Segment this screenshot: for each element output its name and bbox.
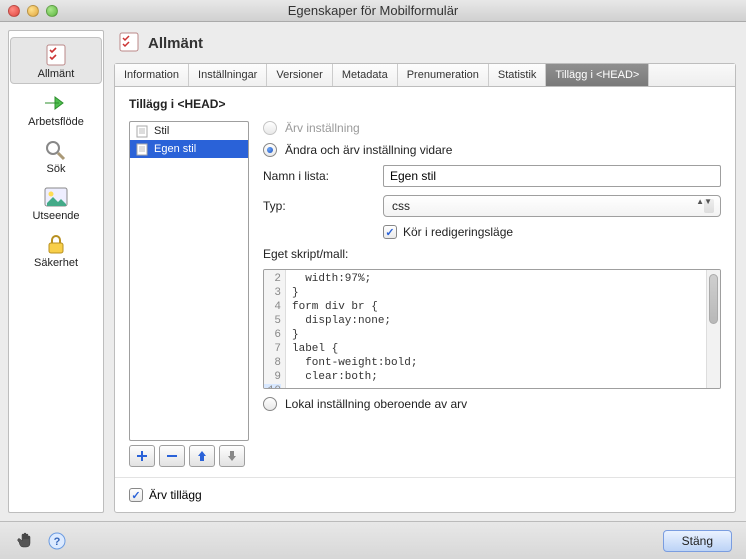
sidebar-item-label: Arbetsflöde [28, 116, 84, 128]
sidebar-item-security[interactable]: Säkerhet [10, 227, 102, 272]
sidebar-item-label: Allmänt [38, 68, 75, 80]
tab-information[interactable]: Information [115, 64, 189, 86]
style-list[interactable]: Stil Egen stil [129, 121, 249, 441]
lock-icon [42, 232, 70, 256]
chevron-updown-icon: ▲▼ [696, 198, 712, 206]
tab-bar: Information Inställningar Versioner Meta… [115, 64, 735, 87]
sidebar-item-label: Säkerhet [34, 257, 78, 269]
arrow-right-icon [42, 91, 70, 115]
svg-text:?: ? [54, 536, 61, 548]
minimize-window-button[interactable] [27, 5, 39, 17]
list-item[interactable]: Egen stil [130, 140, 248, 158]
help-icon[interactable]: ? [46, 530, 68, 552]
script-label: Eget skript/mall: [263, 247, 721, 261]
name-label: Namn i lista: [263, 169, 373, 183]
remove-button[interactable] [159, 445, 185, 467]
sidebar-item-appearance[interactable]: Utseende [10, 180, 102, 225]
file-icon [135, 124, 149, 138]
radio-local[interactable]: Lokal inställning oberoende av arv [263, 397, 721, 411]
inherit-addons-checkbox[interactable]: ✓ [129, 488, 143, 502]
type-label: Typ: [263, 199, 373, 213]
main-panel: Information Inställningar Versioner Meta… [114, 63, 736, 513]
list-item-label: Stil [154, 125, 169, 137]
close-button[interactable]: Stäng [663, 530, 732, 552]
page-title: Allmänt [148, 35, 203, 52]
radio-label: Ärv inställning [285, 121, 360, 135]
radio-icon [263, 121, 277, 135]
checklist-icon [42, 43, 70, 67]
tab-subscription[interactable]: Prenumeration [398, 64, 489, 86]
code-text[interactable]: width:97%; } form div br { display:none;… [286, 270, 706, 388]
code-gutter: 2345678910 [264, 270, 286, 388]
zoom-window-button[interactable] [46, 5, 58, 17]
run-edit-checkbox[interactable]: ✓ [383, 225, 397, 239]
code-editor[interactable]: 2345678910 width:97%; } form div br { di… [263, 269, 721, 389]
section-title: Tillägg i <HEAD> [115, 87, 735, 117]
tab-settings[interactable]: Inställningar [189, 64, 267, 86]
file-icon [135, 142, 149, 156]
checklist-icon [118, 32, 140, 55]
window-title: Egenskaper för Mobilformulär [0, 3, 746, 18]
sidebar-item-workflow[interactable]: Arbetsflöde [10, 86, 102, 131]
picture-icon [42, 185, 70, 209]
scrollbar-vertical[interactable] [706, 270, 720, 388]
scrollbar-thumb[interactable] [709, 274, 718, 324]
hand-icon[interactable] [14, 530, 36, 552]
name-input[interactable] [383, 165, 721, 187]
radio-inherit: Ärv inställning [263, 121, 721, 135]
inherit-addons-label: Ärv tillägg [149, 488, 202, 502]
titlebar: Egenskaper för Mobilformulär [0, 0, 746, 22]
run-edit-label: Kör i redigeringsläge [403, 225, 513, 239]
tab-statistics[interactable]: Statistik [489, 64, 547, 86]
radio-label: Ändra och ärv inställning vidare [285, 143, 452, 157]
sidebar-item-general[interactable]: Allmänt [10, 37, 102, 84]
radio-icon [263, 397, 277, 411]
move-down-button[interactable] [219, 445, 245, 467]
sidebar-item-search[interactable]: Sök [10, 133, 102, 178]
move-up-button[interactable] [189, 445, 215, 467]
select-value: css [392, 199, 410, 213]
sidebar-item-label: Sök [47, 163, 66, 175]
list-item-label: Egen stil [154, 143, 196, 155]
sidebar-item-label: Utseende [32, 210, 79, 222]
radio-label: Lokal inställning oberoende av arv [285, 397, 467, 411]
radio-icon [263, 143, 277, 157]
tab-versions[interactable]: Versioner [267, 64, 332, 86]
page-header: Allmänt [114, 30, 736, 63]
window-controls [8, 5, 58, 17]
tab-metadata[interactable]: Metadata [333, 64, 398, 86]
magnifier-icon [42, 138, 70, 162]
tab-head-additions[interactable]: Tillägg i <HEAD> [546, 64, 649, 86]
footer: ? Stäng [0, 521, 746, 559]
radio-change-inherit[interactable]: Ändra och ärv inställning vidare [263, 143, 721, 157]
list-item[interactable]: Stil [130, 122, 248, 140]
sidebar: Allmänt Arbetsflöde Sök Utseende [0, 22, 112, 521]
type-select[interactable]: css ▲▼ [383, 195, 721, 217]
add-button[interactable] [129, 445, 155, 467]
close-window-button[interactable] [8, 5, 20, 17]
